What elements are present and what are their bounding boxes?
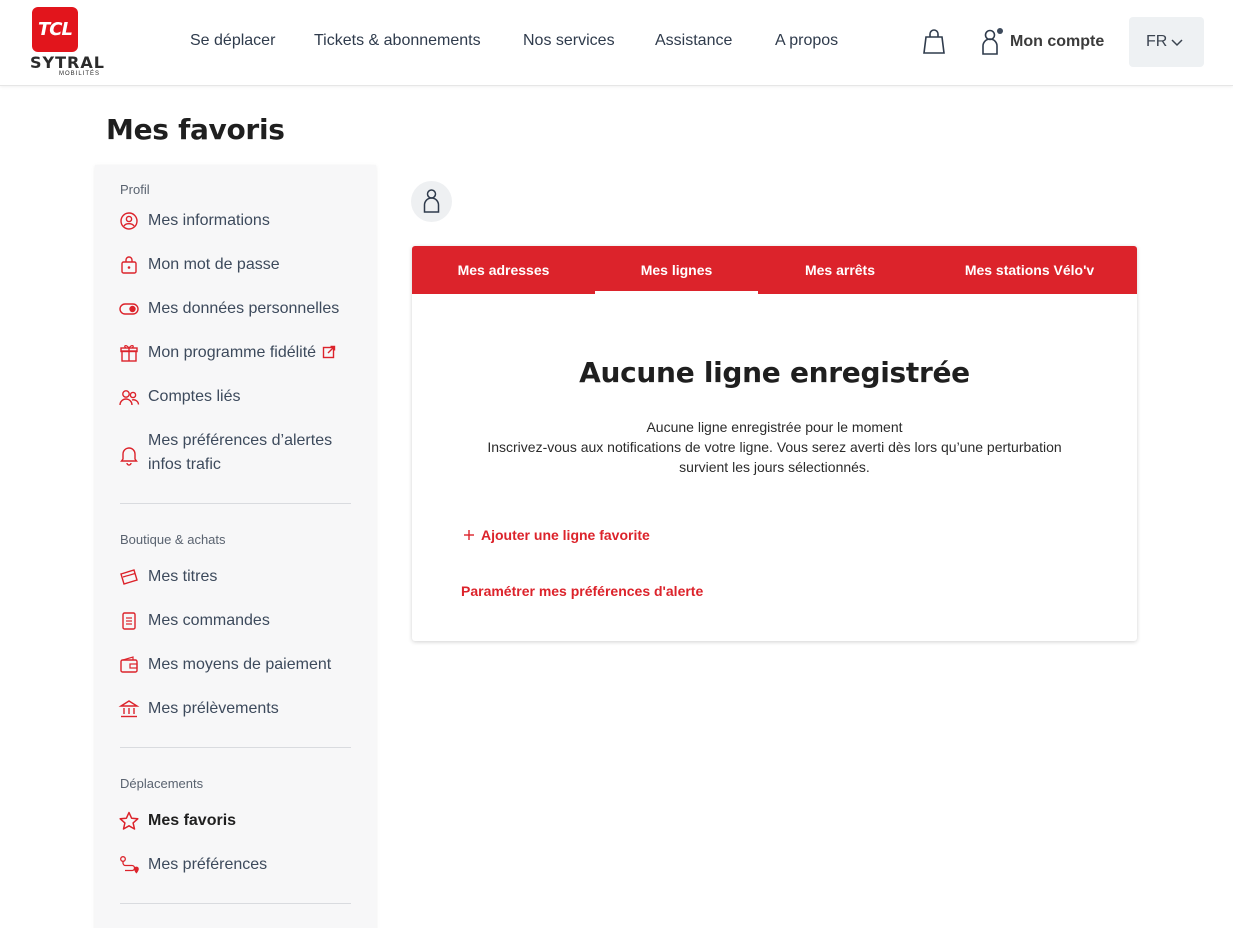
- tab-mes-stations-velov[interactable]: Mes stations Vélo'v: [922, 246, 1137, 294]
- sidebar-item-label: Mon programme fidélité: [148, 344, 317, 361]
- wallet-icon: [120, 656, 138, 673]
- lock-icon: [121, 256, 137, 274]
- section-label-deplacements: Déplacements: [120, 776, 204, 791]
- sidebar-item-label-wrap: Mon programme fidélité: [148, 341, 336, 365]
- sidebar-item-label: Mes informations: [148, 212, 270, 229]
- sytral-logo[interactable]: TCL SYTRAL MOBILITÉS: [30, 7, 106, 79]
- sidebar-item-label: Mes données personnelles: [148, 300, 340, 317]
- empty-state-description: Aucune ligne enregistrée pour le moment …: [452, 417, 1097, 477]
- user-circle-icon: [120, 212, 138, 230]
- language-label: FR: [1146, 33, 1168, 50]
- page-title: Mes favoris: [106, 113, 285, 146]
- tcl-logo-text: TCL: [38, 19, 73, 40]
- nav-assistance[interactable]: Assistance: [655, 32, 732, 50]
- gift-icon: [120, 345, 138, 362]
- sidebar-item-label-line1: Mes préférences d’alertes: [148, 432, 333, 449]
- toggle-icon: [119, 303, 139, 315]
- shopping-bag-icon[interactable]: [922, 29, 946, 55]
- add-favorite-line-label: Ajouter une ligne favorite: [481, 527, 650, 543]
- profile-avatar: [411, 181, 452, 222]
- add-favorite-line-link[interactable]: Ajouter une ligne favorite: [463, 527, 650, 543]
- tcl-logo-badge: TCL: [32, 7, 78, 52]
- user-icon: [423, 189, 440, 213]
- active-tab-indicator: [595, 291, 758, 294]
- nav-tickets-abonnements[interactable]: Tickets & abonnements: [314, 32, 481, 50]
- star-icon: [119, 811, 139, 830]
- account-sidebar: Profil Mes informations Mon mot de passe…: [95, 165, 376, 928]
- logo-name: SYTRAL: [30, 53, 105, 72]
- nav-se-deplacer[interactable]: Se déplacer: [190, 32, 275, 50]
- sidebar-item-label: Mes moyens de paiement: [148, 656, 332, 673]
- route-icon: [120, 856, 139, 874]
- section-label-boutique: Boutique & achats: [120, 532, 226, 547]
- logo-subtitle: MOBILITÉS: [59, 71, 101, 77]
- top-header: TCL SYTRAL MOBILITÉS Se déplacer Tickets…: [0, 0, 1233, 86]
- nav-a-propos[interactable]: A propos: [775, 32, 838, 50]
- plus-icon: [464, 530, 474, 540]
- sidebar-item-label: Mes favoris: [148, 812, 237, 829]
- user-icon: [980, 26, 1004, 58]
- users-icon: [119, 390, 140, 406]
- sidebar-item-label: Mes prélèvements: [148, 700, 279, 717]
- favorites-tabs: Mes adresses Mes lignes Mes arrêts Mes s…: [412, 246, 1137, 294]
- sidebar-item-label: Mon mot de passe: [148, 256, 280, 273]
- sidebar-item-label-line2: infos trafic: [148, 456, 221, 473]
- empty-state-line: Inscrivez-vous aux notifications de votr…: [487, 439, 1062, 455]
- sidebar-divider: [120, 503, 351, 504]
- alert-preferences-link[interactable]: Paramétrer mes préférences d'alerte: [461, 583, 703, 599]
- bell-icon: [120, 447, 138, 466]
- sidebar-item-label: Mes préférences: [148, 856, 268, 873]
- tab-mes-lignes[interactable]: Mes lignes: [595, 246, 758, 294]
- empty-state-title: Aucune ligne enregistrée: [579, 356, 970, 389]
- tab-mes-arrets[interactable]: Mes arrêts: [758, 246, 922, 294]
- external-link-icon: [322, 345, 336, 359]
- account-label: Mon compte: [1010, 33, 1105, 50]
- sidebar-divider: [120, 903, 351, 904]
- empty-state-line: survient les jours sélectionnés.: [679, 459, 870, 475]
- empty-state-line: Aucune ligne enregistrée pour le moment: [646, 419, 903, 435]
- language-selector[interactable]: FR: [1129, 17, 1204, 67]
- section-label-profil: Profil: [120, 182, 150, 197]
- sidebar-item-label: Comptes liés: [148, 388, 241, 405]
- chevron-down-icon: [1171, 39, 1183, 47]
- nav-nos-services[interactable]: Nos services: [523, 32, 615, 50]
- receipt-icon: [122, 612, 136, 630]
- favorites-card: Mes adresses Mes lignes Mes arrêts Mes s…: [412, 246, 1137, 641]
- tab-mes-adresses[interactable]: Mes adresses: [412, 246, 595, 294]
- ticket-icon: [120, 569, 138, 585]
- sidebar-divider: [120, 747, 351, 748]
- bank-icon: [118, 700, 140, 718]
- sidebar-item-label: Mes titres: [148, 568, 218, 585]
- account-menu[interactable]: Mon compte: [980, 26, 1110, 58]
- sidebar-item-preferences-alertes[interactable]: Mes préférences d’alertes infos trafic: [118, 429, 358, 477]
- sidebar-item-label: Mes commandes: [148, 612, 270, 629]
